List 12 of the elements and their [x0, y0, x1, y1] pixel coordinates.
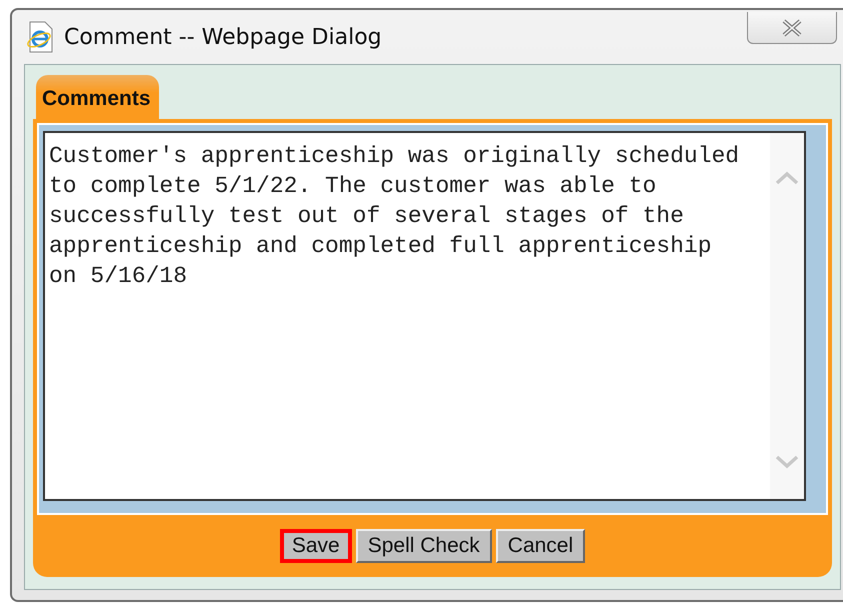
dialog-button[interactable]: Spell Check	[356, 529, 492, 563]
page-icon	[26, 21, 54, 53]
dialog-button[interactable]: Cancel	[496, 529, 586, 563]
window-title: Comment -- Webpage Dialog	[64, 24, 382, 50]
dialog-button[interactable]: Save	[280, 529, 352, 563]
scroll-up-icon	[775, 171, 799, 185]
scrollbar[interactable]	[770, 133, 804, 499]
close-button[interactable]	[747, 12, 837, 44]
tab[interactable]: Comments	[36, 75, 159, 119]
close-icon	[781, 18, 803, 36]
comment-text: Customer's apprenticeship was originally scheduled to complete 5/1/22. The customer was able to successfully test out of several stages of the apprenticeship and completed full apprenticeship on 5/16/18	[49, 142, 740, 291]
scroll-down-icon	[775, 455, 799, 469]
